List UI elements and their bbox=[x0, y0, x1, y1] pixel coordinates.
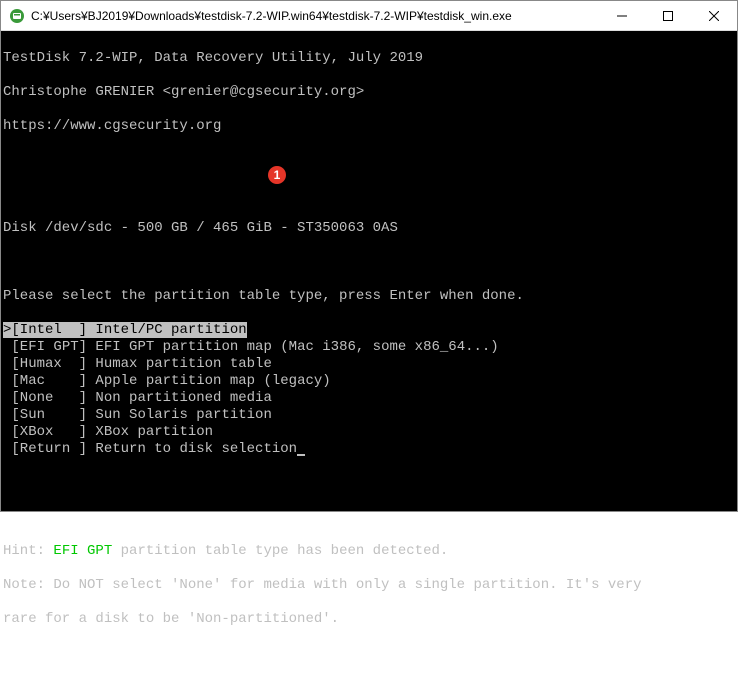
blank bbox=[3, 254, 735, 271]
titlebar: C:¥Users¥BJ2019¥Downloads¥testdisk-7.2-W… bbox=[1, 1, 737, 31]
menu-item[interactable]: [Return ] Return to disk selection bbox=[3, 441, 735, 458]
menu-item-desc: XBox partition bbox=[87, 424, 213, 440]
menu-item[interactable]: >[Intel ] Intel/PC partition bbox=[3, 322, 735, 339]
note-line-2: rare for a disk to be 'Non-partitioned'. bbox=[3, 611, 735, 628]
menu-item[interactable]: [XBox ] XBox partition bbox=[3, 424, 735, 441]
header-line-1: TestDisk 7.2-WIP, Data Recovery Utility,… bbox=[3, 50, 735, 67]
text-cursor bbox=[297, 454, 305, 456]
menu-item[interactable]: [Sun ] Sun Solaris partition bbox=[3, 407, 735, 424]
app-icon bbox=[9, 8, 25, 24]
menu-item-tag: [None ] bbox=[11, 390, 87, 406]
menu-item-tag: [EFI GPT] bbox=[11, 339, 87, 355]
hint-highlight: EFI GPT bbox=[53, 543, 112, 559]
note-line-1: Note: Do NOT select 'None' for media wit… bbox=[3, 577, 735, 594]
menu-item-tag: [Sun ] bbox=[11, 407, 87, 423]
menu-item[interactable]: [Mac ] Apple partition map (legacy) bbox=[3, 373, 735, 390]
prompt-line: Please select the partition table type, … bbox=[3, 288, 735, 305]
hint-line: Hint: EFI GPT partition table type has b… bbox=[3, 543, 735, 560]
annotation-badge-1: 1 bbox=[268, 166, 286, 184]
header-line-2: Christophe GRENIER <grenier@cgsecurity.o… bbox=[3, 84, 735, 101]
menu-item-desc: Sun Solaris partition bbox=[87, 407, 272, 423]
close-button[interactable] bbox=[691, 1, 737, 30]
window-title: C:¥Users¥BJ2019¥Downloads¥testdisk-7.2-W… bbox=[31, 9, 599, 23]
disk-info: Disk /dev/sdc - 500 GB / 465 GiB - ST350… bbox=[3, 220, 735, 237]
menu-item-tag: [XBox ] bbox=[11, 424, 87, 440]
terminal-area[interactable]: TestDisk 7.2-WIP, Data Recovery Utility,… bbox=[1, 31, 737, 511]
menu-item-desc: Apple partition map (legacy) bbox=[87, 373, 331, 389]
partition-type-menu[interactable]: >[Intel ] Intel/PC partition [EFI GPT] E… bbox=[3, 322, 735, 458]
menu-item[interactable]: [Humax ] Humax partition table bbox=[3, 356, 735, 373]
header-line-3: https://www.cgsecurity.org bbox=[3, 118, 735, 135]
blank bbox=[3, 186, 735, 203]
menu-item-tag: [Intel ] bbox=[11, 322, 87, 338]
menu-item-tag: [Humax ] bbox=[11, 356, 87, 372]
menu-item-desc: EFI GPT partition map (Mac i386, some x8… bbox=[87, 339, 499, 355]
minimize-button[interactable] bbox=[599, 1, 645, 30]
blank bbox=[3, 152, 735, 169]
menu-item-desc: Non partitioned media bbox=[87, 390, 272, 406]
menu-item[interactable]: [EFI GPT] EFI GPT partition map (Mac i38… bbox=[3, 339, 735, 356]
menu-item-tag: [Mac ] bbox=[11, 373, 87, 389]
maximize-button[interactable] bbox=[645, 1, 691, 30]
menu-item[interactable]: [None ] Non partitioned media bbox=[3, 390, 735, 407]
window-controls bbox=[599, 1, 737, 30]
blank bbox=[3, 475, 735, 492]
menu-item-desc: Return to disk selection bbox=[87, 441, 297, 457]
menu-item-desc: Intel/PC partition bbox=[87, 322, 247, 338]
menu-item-desc: Humax partition table bbox=[87, 356, 272, 372]
menu-item-tag: [Return ] bbox=[11, 441, 87, 457]
